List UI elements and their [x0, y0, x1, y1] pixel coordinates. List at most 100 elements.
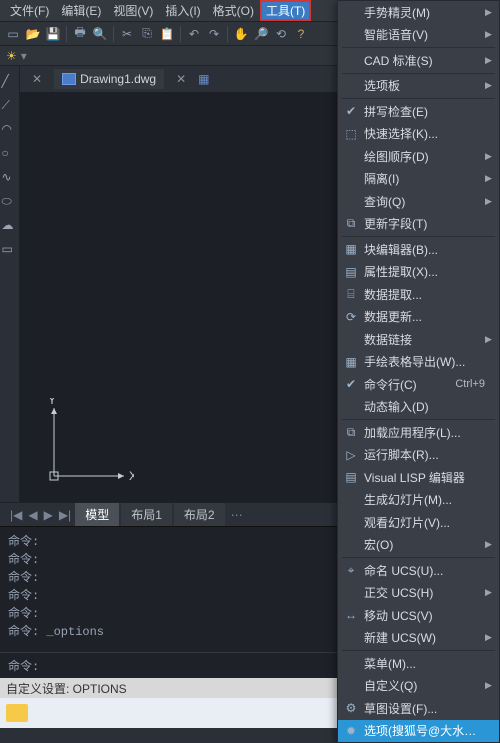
dwg-icon — [62, 73, 76, 85]
menu-item[interactable]: CAD 标准(S)▶ — [338, 49, 499, 72]
blank-icon — [342, 399, 360, 415]
attr-icon: ▤ — [342, 264, 360, 280]
menu-item[interactable]: 生成幻灯片(M)... — [338, 489, 499, 512]
menu-item[interactable]: ▤属性提取(X)... — [338, 261, 499, 284]
menu-item[interactable]: ⌖命名 UCS(U)... — [338, 559, 499, 582]
cmd-icon: ✔ — [342, 376, 360, 392]
arc-icon[interactable]: ◠ — [2, 122, 18, 138]
menu-item[interactable]: 观看幻灯片(V)... — [338, 511, 499, 534]
menu-format[interactable]: 格式(O) — [207, 0, 260, 21]
blank-icon — [342, 630, 360, 646]
help-icon[interactable]: ? — [292, 25, 310, 43]
submenu-arrow-icon: ▶ — [485, 80, 493, 91]
submenu-arrow-icon: ▶ — [485, 7, 493, 18]
menu-item[interactable]: 绘图顺序(D)▶ — [338, 145, 499, 168]
menu-item[interactable]: ▦手绘表格导出(W)... — [338, 351, 499, 374]
close-doc-icon[interactable]: ✕ — [172, 70, 190, 88]
copy-icon[interactable]: ⎘ — [138, 25, 156, 43]
pan-icon[interactable]: ✋ — [232, 25, 250, 43]
menu-item-label: 新建 UCS(W) — [360, 629, 485, 646]
new-tab-icon[interactable]: ▦ — [198, 72, 209, 86]
menu-item[interactable]: ↔移动 UCS(V) — [338, 604, 499, 627]
tab-first-icon[interactable]: |◀ — [8, 508, 24, 522]
submenu-arrow-icon: ▶ — [485, 29, 493, 40]
explorer-icon[interactable] — [6, 704, 28, 722]
save-icon[interactable]: 💾 — [44, 25, 62, 43]
submenu-arrow-icon: ▶ — [485, 334, 493, 345]
new-icon[interactable]: ▭ — [4, 25, 22, 43]
menu-item[interactable]: 数据链接▶ — [338, 328, 499, 351]
layer-icon[interactable]: ☀ — [6, 49, 17, 63]
tab-close-icon[interactable]: ✕ — [28, 70, 46, 88]
rect-icon[interactable]: ▭ — [2, 242, 18, 258]
blank-icon — [342, 655, 360, 671]
data-icon: ⌸ — [342, 286, 360, 302]
menu-item[interactable]: ⬚快速选择(K)... — [338, 123, 499, 146]
spline-icon[interactable]: ∿ — [2, 170, 18, 186]
polyline-icon[interactable]: ⟋ — [2, 98, 18, 114]
menu-item[interactable]: 菜单(M)... — [338, 652, 499, 675]
print-icon[interactable]: 🖶 — [71, 25, 89, 43]
gear-icon: ✹ — [342, 723, 360, 739]
tab-layout2[interactable]: 布局2 — [174, 503, 225, 526]
tab-model[interactable]: 模型 — [75, 503, 119, 526]
open-icon[interactable]: 📂 — [24, 25, 42, 43]
paste-icon[interactable]: 📋 — [158, 25, 176, 43]
menu-item[interactable]: ✹选项(搜狐号@大水牛测绘 — [338, 720, 499, 743]
menu-item[interactable]: ⌸数据提取... — [338, 283, 499, 306]
menu-item[interactable]: ⧉更新字段(T) — [338, 213, 499, 236]
tab-prev-icon[interactable]: ◀ — [26, 508, 39, 522]
menu-item[interactable]: ▦块编辑器(B)... — [338, 238, 499, 261]
menu-item[interactable]: ▷运行脚本(R)... — [338, 444, 499, 467]
menu-item-label: 生成幻灯片(M)... — [360, 491, 485, 508]
menu-item[interactable]: ⧉加载应用程序(L)... — [338, 421, 499, 444]
line-icon[interactable]: ╱ — [2, 74, 18, 90]
blank-icon — [342, 4, 360, 20]
undo-icon[interactable]: ↶ — [185, 25, 203, 43]
menu-item-label: 更新字段(T) — [360, 215, 485, 232]
circle-icon[interactable]: ○ — [2, 146, 18, 162]
menu-item[interactable]: ⚙草图设置(F)... — [338, 697, 499, 720]
submenu-arrow-icon: ▶ — [485, 151, 493, 162]
menu-item[interactable]: ✔命令行(C)Ctrl+9 — [338, 373, 499, 396]
menu-item[interactable]: 宏(O)▶ — [338, 534, 499, 557]
menu-insert[interactable]: 插入(I) — [159, 0, 206, 21]
submenu-arrow-icon: ▶ — [485, 680, 493, 691]
menu-item-label: 宏(O) — [360, 536, 485, 553]
cut-icon[interactable]: ✂ — [118, 25, 136, 43]
tab-layout1[interactable]: 布局1 — [121, 503, 172, 526]
menu-item[interactable]: 自定义(Q)▶ — [338, 675, 499, 698]
blank-icon — [342, 52, 360, 68]
menu-item[interactable]: ▤Visual LISP 编辑器 — [338, 466, 499, 489]
menu-item[interactable]: 正交 UCS(H)▶ — [338, 582, 499, 605]
tab-more-icon[interactable]: ⋯ — [231, 508, 243, 522]
doc-tab[interactable]: Drawing1.dwg — [54, 69, 164, 89]
menu-tools[interactable]: 工具(T) — [260, 0, 311, 21]
ucs-icon: ⌖ — [342, 562, 360, 578]
menu-item[interactable]: 动态输入(D) — [338, 396, 499, 419]
menu-item[interactable]: 新建 UCS(W)▶ — [338, 627, 499, 650]
menu-view[interactable]: 视图(V) — [107, 0, 159, 21]
menu-file[interactable]: 文件(F) — [4, 0, 55, 21]
menu-item[interactable]: 选项板▶ — [338, 75, 499, 98]
menu-item-label: 动态输入(D) — [360, 398, 485, 415]
menu-edit[interactable]: 编辑(E) — [55, 0, 107, 21]
orbit-icon[interactable]: ⟲ — [272, 25, 290, 43]
menu-item[interactable]: 查询(Q)▶ — [338, 190, 499, 213]
ellipse-icon[interactable]: ⬭ — [2, 194, 18, 210]
redo-icon[interactable]: ↷ — [205, 25, 223, 43]
tab-next-icon[interactable]: ▶ — [42, 508, 55, 522]
tab-last-icon[interactable]: ▶| — [57, 508, 73, 522]
menu-item[interactable]: ⟳数据更新... — [338, 306, 499, 329]
menu-item-label: 草图设置(F)... — [360, 700, 485, 717]
menu-item-label: 正交 UCS(H) — [360, 584, 485, 601]
menu-item[interactable]: ✔拼写检查(E) — [338, 100, 499, 123]
menu-item[interactable]: 智能语音(V)▶ — [338, 24, 499, 47]
cloud-icon[interactable]: ☁ — [2, 218, 18, 234]
menu-item[interactable]: 手势精灵(M)▶ — [338, 1, 499, 24]
submenu-arrow-icon: ▶ — [485, 587, 493, 598]
zoom-icon[interactable]: 🔎 — [252, 25, 270, 43]
blank-icon — [342, 537, 360, 553]
menu-item[interactable]: 隔离(I)▶ — [338, 168, 499, 191]
preview-icon[interactable]: 🔍 — [91, 25, 109, 43]
